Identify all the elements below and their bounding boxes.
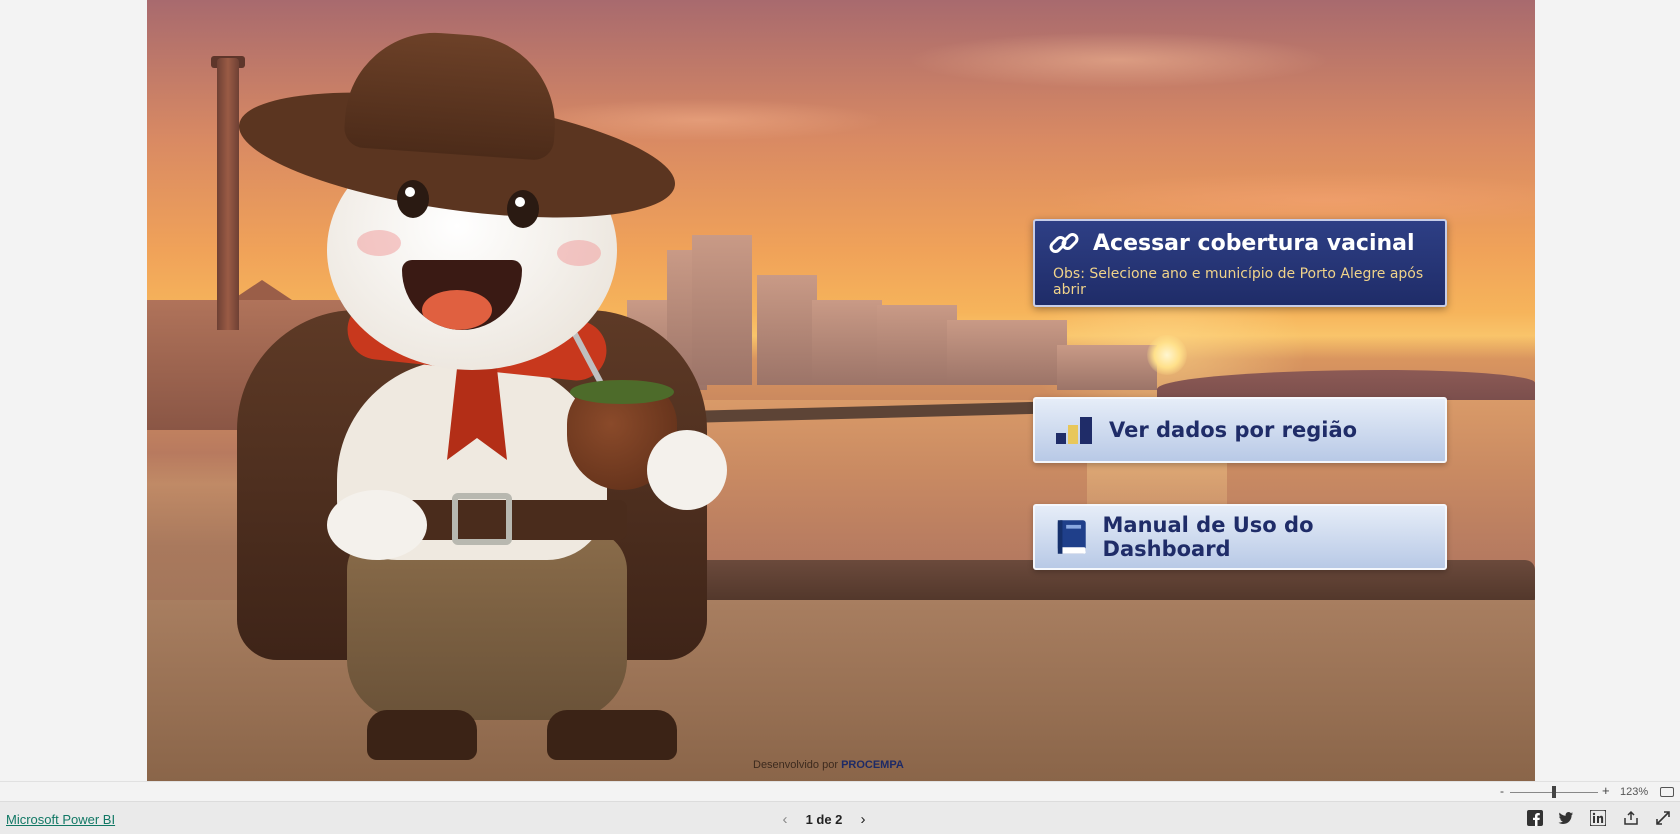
book-icon: [1057, 520, 1086, 554]
zoom-slider-thumb[interactable]: [1552, 786, 1556, 798]
view-by-region-button[interactable]: Ver dados por região: [1033, 397, 1447, 463]
access-coverage-title: Acessar cobertura vacinal: [1093, 230, 1415, 256]
access-coverage-note: Obs: Selecione ano e município de Porto …: [1053, 266, 1424, 298]
next-page-button[interactable]: ›: [848, 811, 878, 828]
access-coverage-button[interactable]: Acessar cobertura vacinal Obs: Selecione…: [1033, 219, 1447, 307]
yerba-mate: [570, 380, 674, 404]
belt-buckle: [452, 493, 512, 545]
zoom-in-button[interactable]: +: [1602, 783, 1610, 798]
page-navigator: ‹ 1 de 2 ›: [770, 811, 878, 828]
linkedin-icon[interactable]: [1590, 810, 1606, 826]
facebook-icon[interactable]: [1527, 810, 1543, 826]
report-footer: Microsoft Power BI ‹ 1 de 2 ›: [0, 801, 1680, 834]
mascot-tongue: [422, 290, 492, 330]
skyline-building: [947, 320, 1067, 385]
bar-chart-icon: [1056, 417, 1092, 444]
credit-prefix: Desenvolvido por: [753, 759, 838, 771]
credit-org: PROCEMPA: [841, 759, 904, 771]
skyline-building: [1057, 345, 1157, 390]
mascot-boot-left: [367, 710, 477, 760]
fullscreen-icon[interactable]: [1655, 810, 1671, 826]
mascot-illustration: [231, 26, 727, 781]
fit-to-page-icon[interactable]: [1660, 787, 1674, 797]
mascot-cheek-right: [557, 240, 601, 266]
user-manual-button[interactable]: Manual de Uso do Dashboard: [1033, 504, 1447, 570]
zoom-bar: - + 123%: [0, 781, 1680, 801]
mascot-boot-right: [547, 710, 677, 760]
skyline-building: [757, 275, 817, 385]
page-indicator: 1 de 2: [805, 812, 843, 827]
user-manual-label: Manual de Uso do Dashboard: [1102, 513, 1314, 561]
power-bi-report-viewer: Acessar cobertura vacinal Obs: Selecione…: [0, 0, 1680, 834]
sun: [1147, 335, 1187, 375]
twitter-icon[interactable]: [1558, 810, 1574, 826]
zoom-out-button[interactable]: -: [1500, 784, 1504, 798]
power-bi-link[interactable]: Microsoft Power BI: [6, 812, 115, 827]
mascot-eye-right: [507, 190, 539, 228]
mascot-hand-right: [647, 430, 727, 510]
mascot-eye-left: [397, 180, 429, 218]
hat-crown: [343, 26, 561, 162]
share-icon[interactable]: [1623, 810, 1639, 826]
zoom-percent: 123%: [1620, 786, 1649, 798]
previous-page-button[interactable]: ‹: [770, 811, 800, 828]
mascot-cheek-left: [357, 230, 401, 256]
mascot-hand-left: [327, 490, 427, 560]
report-canvas: [147, 0, 1535, 781]
gasometro-chimney: [217, 58, 239, 330]
view-by-region-label: Ver dados por região: [1109, 418, 1358, 442]
skyline-building: [812, 300, 882, 385]
link-icon: [1049, 233, 1079, 253]
developer-credit: Desenvolvido por PROCEMPA: [753, 759, 904, 771]
skyline-building: [877, 305, 957, 385]
